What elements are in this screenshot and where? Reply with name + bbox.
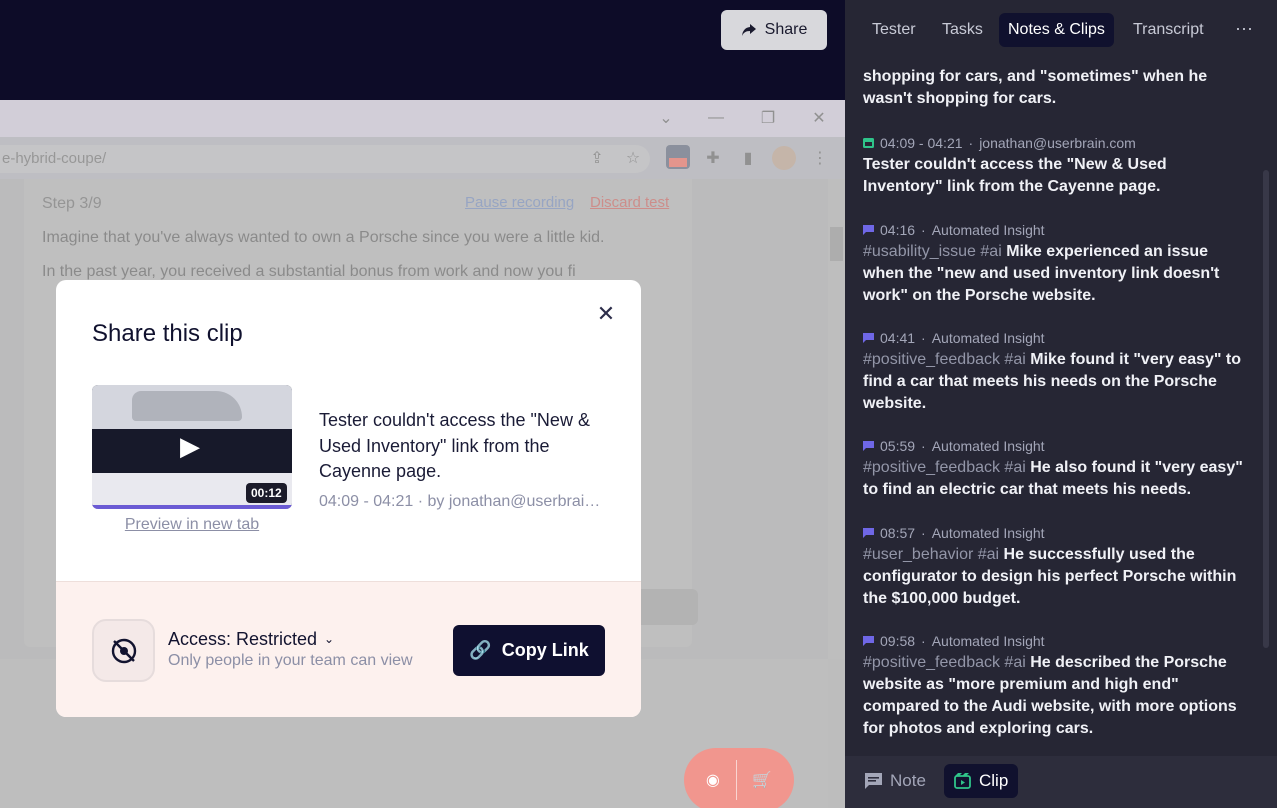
share-button-label: Share <box>764 21 808 38</box>
access-title[interactable]: Access: Restricted <box>168 629 317 650</box>
note-header: 09:58 · Automated Insight <box>863 630 1249 652</box>
add-note-button[interactable]: Note <box>855 764 936 798</box>
note-header: 04:16 · Automated Insight <box>863 219 1249 241</box>
close-icon[interactable]: ✕ <box>594 302 618 326</box>
note-text: Tester couldn't access the "New & Used I… <box>863 156 1167 195</box>
insight-item[interactable]: 04:41 · Automated Insight #positive_feedb… <box>863 327 1249 415</box>
note-author: Automated Insight <box>931 633 1045 649</box>
panel-tabs: Tester Tasks Notes & Clips Transcript ··… <box>845 0 1277 58</box>
note-header: 04:41 · Automated Insight <box>863 327 1249 349</box>
restricted-eye-icon <box>92 619 155 682</box>
session-side-panel: Tester Tasks Notes & Clips Transcript ··… <box>845 0 1277 808</box>
tab-tester[interactable]: Tester <box>863 13 925 47</box>
note-icon <box>863 441 874 451</box>
access-description: Only people in your team can view <box>168 652 413 669</box>
more-options-icon[interactable]: ··· <box>1233 13 1255 47</box>
note-text: shopping for cars, and "sometimes" when … <box>863 68 1208 107</box>
notes-scrollbar[interactable] <box>1263 170 1269 648</box>
note-icon <box>863 333 874 343</box>
note-author: Automated Insight <box>931 222 1045 238</box>
insight-item[interactable]: 09:58 · Automated Insight #positive_feedb… <box>863 630 1249 740</box>
add-clip-button[interactable]: Clip <box>944 764 1019 798</box>
note-button-label: Note <box>890 771 926 790</box>
insight-item[interactable]: 05:59 · Automated Insight #positive_feedb… <box>863 435 1249 501</box>
note-header: 05:59 · Automated Insight <box>863 435 1249 457</box>
link-icon: 🔗 <box>469 640 492 660</box>
note-tags: #positive_feedback #ai <box>863 654 1026 671</box>
note-time: 05:59 <box>880 438 916 454</box>
note-icon <box>863 636 874 646</box>
tab-transcript[interactable]: Transcript <box>1124 13 1213 47</box>
clip-button-label: Clip <box>979 771 1009 790</box>
access-footer: Access: Restricted ⌄ Only people in your… <box>56 581 641 717</box>
note-time: 04:41 <box>880 330 916 346</box>
clip-icon <box>863 138 874 148</box>
note-author: Automated Insight <box>931 525 1045 541</box>
share-clip-modal: Share this clip ✕ ▶ 00:12 Preview in new… <box>56 280 641 717</box>
clip-title: Tester couldn't access the "New & Used I… <box>319 410 590 481</box>
modal-title: Share this clip <box>92 320 243 347</box>
clip-item[interactable]: 04:09 - 04:21 · jonathan@userbrain.com Te… <box>863 132 1249 198</box>
note-tags: #user_behavior #ai <box>863 546 1000 563</box>
add-note-bar: Note Clip <box>845 756 1277 808</box>
chevron-down-icon[interactable]: ⌄ <box>324 632 338 646</box>
note-author: Automated Insight <box>931 330 1045 346</box>
copy-link-button[interactable]: 🔗 Copy Link <box>453 625 605 676</box>
note-time: 04:09 - 04:21 <box>880 135 963 151</box>
note-icon <box>863 225 874 235</box>
clip-thumbnail[interactable]: ▶ 00:12 <box>92 385 292 509</box>
insight-item[interactable]: 04:16 · Automated Insight #usability_issu… <box>863 219 1249 307</box>
note-item[interactable]: shopping for cars, and "sometimes" when … <box>863 66 1249 110</box>
tab-tasks[interactable]: Tasks <box>933 13 992 47</box>
note-header: 08:57 · Automated Insight <box>863 522 1249 544</box>
clip-duration: 00:12 <box>246 483 287 503</box>
note-icon <box>865 773 882 789</box>
copy-link-label: Copy Link <box>501 640 589 660</box>
share-arrow-icon <box>741 24 756 36</box>
note-tags: #usability_issue #ai <box>863 243 1002 260</box>
note-tags: #positive_feedback #ai <box>863 351 1026 368</box>
insight-item[interactable]: 08:57 · Automated Insight #user_behavior … <box>863 522 1249 610</box>
note-time: 04:16 <box>880 222 916 238</box>
clip-meta: 04:09 - 04:21 · by jonathan@userbrain.co… <box>319 493 609 510</box>
notes-list: shopping for cars, and "sometimes" when … <box>845 58 1277 756</box>
note-author: Automated Insight <box>931 438 1045 454</box>
clip-icon <box>954 773 971 789</box>
note-time: 09:58 <box>880 633 916 649</box>
share-button[interactable]: Share <box>721 10 827 50</box>
note-tags: #positive_feedback #ai <box>863 459 1026 476</box>
note-author: jonathan@userbrain.com <box>979 135 1136 151</box>
play-icon[interactable]: ▶ <box>180 433 206 459</box>
note-header: 04:09 - 04:21 · jonathan@userbrain.com <box>863 132 1249 154</box>
note-time: 08:57 <box>880 525 916 541</box>
note-icon <box>863 528 874 538</box>
tab-notes-clips[interactable]: Notes & Clips <box>999 13 1114 47</box>
preview-in-new-tab-link[interactable]: Preview in new tab <box>92 516 292 534</box>
